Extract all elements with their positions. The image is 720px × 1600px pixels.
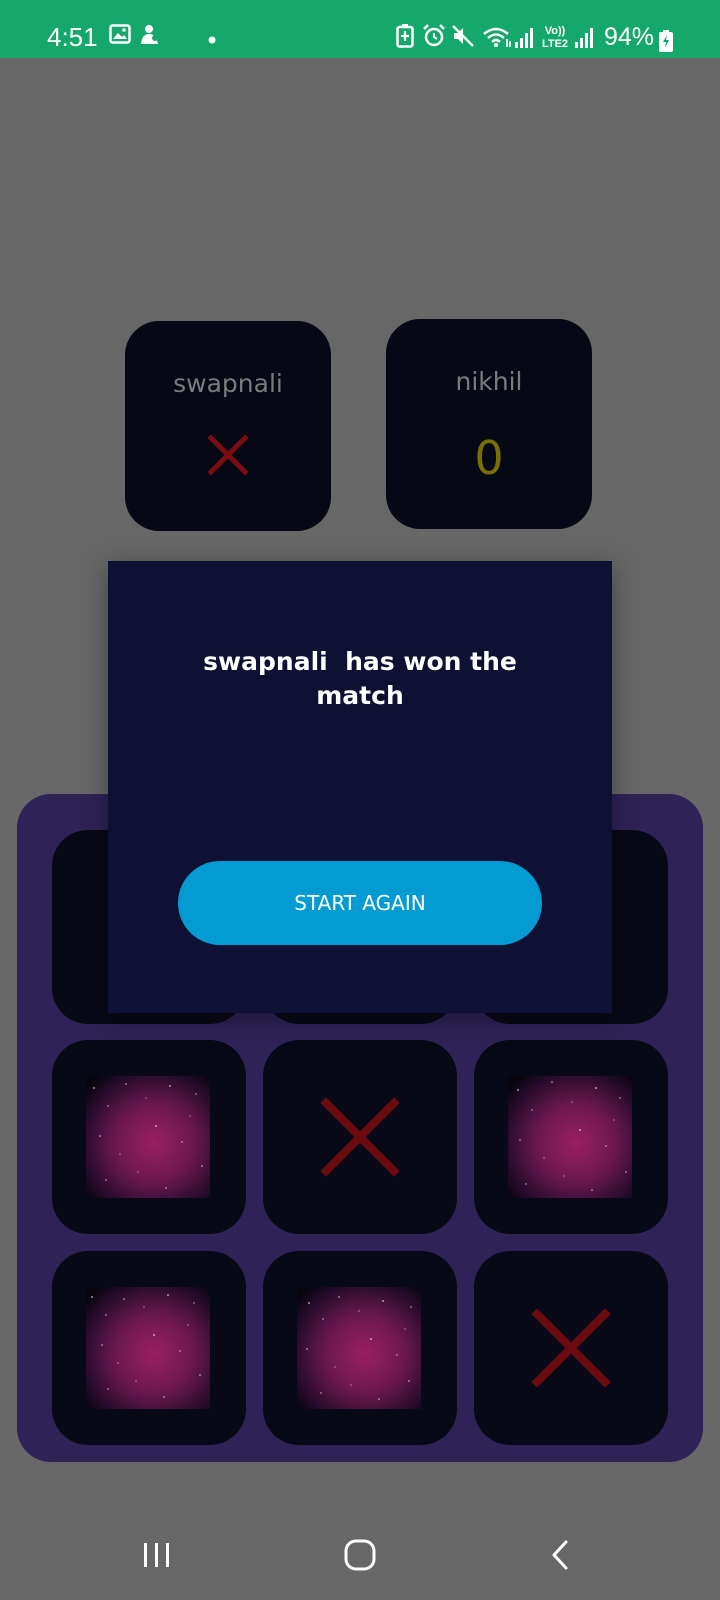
player-card-nikhil: nikhil 0	[386, 319, 592, 529]
board-cell[interactable]	[474, 1251, 668, 1445]
x-mark-icon	[207, 434, 249, 476]
galaxy-tile-icon	[297, 1287, 421, 1409]
galaxy-tile-icon	[86, 1287, 210, 1409]
board-cell[interactable]	[263, 1251, 457, 1445]
board-cell[interactable]	[52, 1251, 246, 1445]
signal-2-icon	[575, 28, 593, 48]
signal-icon	[515, 28, 533, 48]
wifi-icon	[483, 27, 511, 47]
board-cell[interactable]	[52, 1040, 246, 1234]
charging-battery-icon	[659, 30, 673, 52]
player-score: 0	[474, 431, 504, 485]
board-cell[interactable]	[474, 1040, 668, 1234]
galaxy-tile-icon	[86, 1076, 210, 1198]
home-button[interactable]	[330, 1530, 390, 1580]
player-name: swapnali	[173, 369, 283, 398]
notification-app-icon	[141, 25, 158, 44]
dot-icon	[208, 36, 216, 44]
recent-apps-button[interactable]	[127, 1530, 187, 1580]
volte-label-bottom: LTE2	[542, 38, 568, 50]
navigation-bar	[0, 1510, 720, 1600]
status-time: 4:51	[47, 22, 98, 52]
galaxy-tile-icon	[508, 1076, 632, 1198]
mute-icon	[452, 25, 474, 47]
player-card-swapnali: swapnali	[125, 321, 331, 531]
alarm-icon	[423, 24, 445, 47]
battery-saver-icon	[396, 24, 414, 48]
volte-label-top: Vo))	[545, 25, 566, 37]
home-icon	[344, 1539, 376, 1571]
x-mark-icon	[531, 1308, 611, 1388]
recent-apps-icon	[144, 1543, 169, 1567]
player-name: nikhil	[455, 367, 523, 396]
player-mark	[125, 433, 331, 481]
start-again-button[interactable]: START AGAIN	[178, 861, 542, 945]
battery-percent: 94%	[604, 23, 655, 51]
win-message: swapnali has won the match	[203, 647, 517, 710]
back-button[interactable]	[530, 1530, 590, 1580]
win-dialog: swapnali has won the match START AGAIN	[108, 561, 612, 1013]
status-bar: 4:51 Vo)) LTE2 94%	[0, 0, 720, 58]
x-mark-icon	[320, 1097, 400, 1177]
back-icon	[552, 1540, 568, 1570]
board-cell[interactable]	[263, 1040, 457, 1234]
volte-lte2-icon: Vo)) LTE2	[542, 25, 568, 50]
gallery-icon	[109, 24, 131, 44]
